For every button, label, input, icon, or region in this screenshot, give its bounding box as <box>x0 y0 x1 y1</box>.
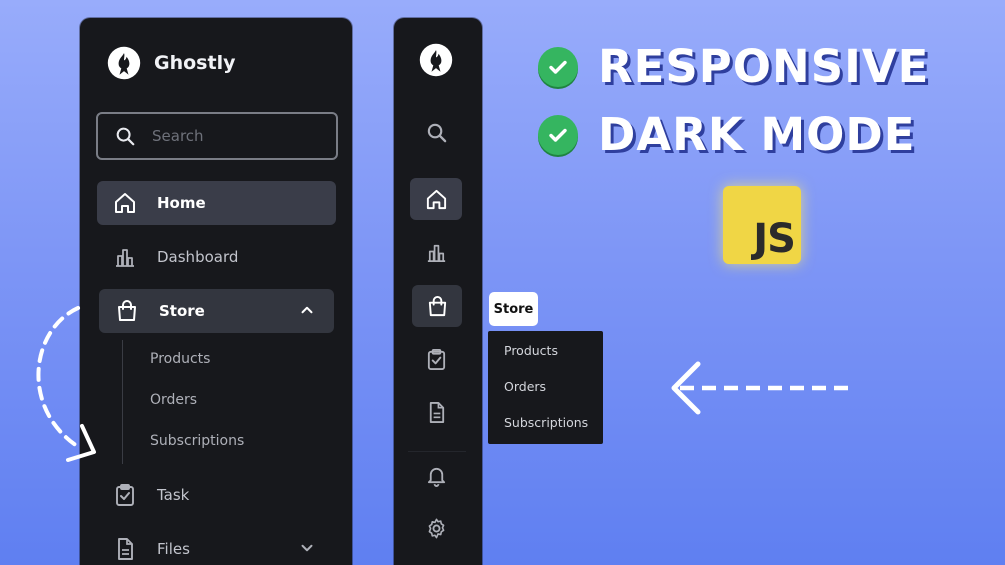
sidebar-item-task[interactable]: Task <box>97 473 336 517</box>
submenu-guide-line <box>122 340 123 464</box>
divider <box>408 451 466 452</box>
home-icon <box>425 188 448 211</box>
shopping-bag-icon <box>115 299 139 323</box>
search-icon <box>114 125 136 147</box>
brand-name: Ghostly <box>154 52 236 74</box>
mini-search-button[interactable] <box>410 111 462 153</box>
mini-home-button[interactable] <box>410 178 462 220</box>
mini-store-button[interactable] <box>412 285 462 327</box>
sidebar-item-label: Dashboard <box>157 248 239 266</box>
feature-label: DARK MODE <box>598 108 916 161</box>
check-circle-icon <box>538 46 578 87</box>
ghost-flame-logo-icon <box>106 45 142 81</box>
feature-dark-mode: DARK MODE <box>538 108 916 161</box>
store-tooltip: Store <box>489 292 538 326</box>
sidebar-item-store[interactable]: Store <box>99 289 334 333</box>
gear-icon <box>425 517 448 540</box>
file-icon <box>425 401 448 424</box>
check-circle-icon <box>538 114 578 155</box>
mini-task-button[interactable] <box>410 338 462 380</box>
bell-icon <box>425 464 448 487</box>
sidebar-item-label: Files <box>157 540 190 558</box>
search-box[interactable] <box>96 112 338 160</box>
file-icon <box>113 537 137 561</box>
dashed-left-arrow-icon <box>671 361 850 415</box>
ghost-flame-logo-icon[interactable] <box>418 42 454 78</box>
search-input[interactable] <box>152 127 322 145</box>
javascript-logo: JS <box>723 186 801 264</box>
shopping-bag-icon <box>426 295 449 318</box>
brand[interactable]: Ghostly <box>106 45 235 81</box>
store-flyout-menu: Products Orders Subscriptions <box>488 331 603 444</box>
mini-dashboard-button[interactable] <box>410 231 462 273</box>
sidebar-item-label: Home <box>157 194 206 212</box>
flyout-item-subscriptions[interactable]: Subscriptions <box>488 415 603 451</box>
flyout-item-products[interactable]: Products <box>488 343 603 379</box>
feature-label: RESPONSIVE <box>598 40 930 93</box>
search-icon <box>425 121 448 144</box>
curved-dashed-arrow-icon <box>36 306 96 462</box>
collapsed-sidebar <box>394 18 482 565</box>
submenu-item-products[interactable]: Products <box>150 351 210 367</box>
javascript-logo-text: JS <box>753 216 796 262</box>
bar-chart-icon <box>425 241 448 264</box>
sidebar-item-label: Store <box>159 302 205 320</box>
bar-chart-icon <box>113 245 137 269</box>
sidebar-item-label: Task <box>157 486 190 504</box>
sidebar-item-files[interactable]: Files <box>97 527 336 565</box>
sidebar-item-home[interactable]: Home <box>97 181 336 225</box>
mini-settings-button[interactable] <box>410 507 462 549</box>
chevron-down-icon[interactable] <box>298 539 316 557</box>
submenu-item-orders[interactable]: Orders <box>150 392 197 408</box>
clipboard-check-icon <box>113 483 137 507</box>
chevron-up-icon[interactable] <box>298 301 316 319</box>
mini-notifications-button[interactable] <box>410 454 462 496</box>
mini-files-button[interactable] <box>410 391 462 433</box>
home-icon <box>113 191 137 215</box>
feature-responsive: RESPONSIVE <box>538 40 929 93</box>
clipboard-check-icon <box>425 348 448 371</box>
expanded-sidebar: Ghostly Home Dashboard Store Products Or… <box>80 18 352 565</box>
sidebar-item-dashboard[interactable]: Dashboard <box>97 235 336 279</box>
submenu-item-subscriptions[interactable]: Subscriptions <box>150 433 244 449</box>
flyout-item-orders[interactable]: Orders <box>488 379 603 415</box>
